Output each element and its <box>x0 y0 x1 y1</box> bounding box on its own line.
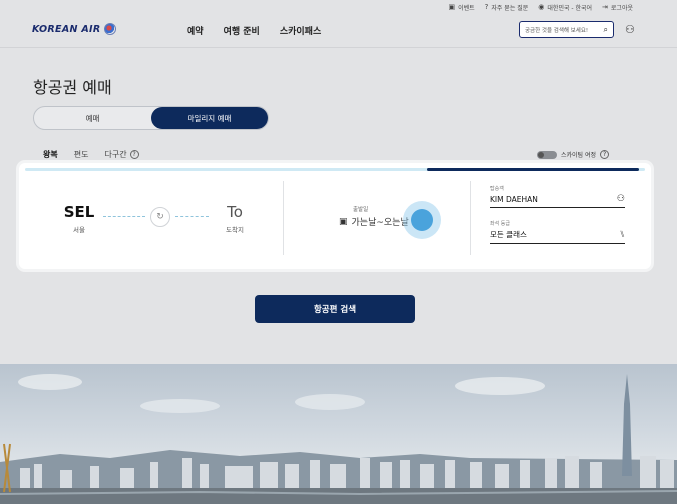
click-indicator-dot <box>411 209 433 231</box>
logo-mark-icon <box>104 23 117 35</box>
site-search-input[interactable]: 궁금한 것을 검색해 보세요! ⌕ <box>519 21 614 38</box>
calendar-icon: ▣ <box>339 216 348 227</box>
region-label: 대한민국 - 한국어 <box>547 4 593 12</box>
flight-search-card: SEL 서울 ↻ To 도착지 출발일 ▣ 가는날~오는날 탑승객 KIM DA… <box>19 163 651 269</box>
booking-type-toggle: 예매 마일리지 예매 <box>33 106 269 130</box>
tab-one-way-label: 편도 <box>73 150 89 159</box>
skyteam-trip-label: 스카이팀 여정 <box>561 152 597 159</box>
seat-class-value: 모든 클래스 <box>490 230 527 239</box>
destination-airport[interactable]: To 도착지 <box>218 203 252 234</box>
main-nav: 예약 여행 준비 스카이패스 <box>187 24 321 37</box>
calendar-icon: ▣ <box>448 2 456 11</box>
nav-item-travel-prep[interactable]: 여행 준비 <box>224 24 260 37</box>
date-value-row: ▣ 가는날~오는날 <box>339 215 409 229</box>
seat-class-field[interactable]: 좌석 등급 모든 클래스 ⑊ <box>490 220 625 244</box>
toggle-switch[interactable] <box>537 150 557 159</box>
page-title: 항공권 예매 <box>33 78 112 97</box>
divider <box>283 181 284 255</box>
date-label: 출발일 <box>353 207 369 213</box>
event-label: 이벤트 <box>458 4 475 12</box>
passenger-value-row: KIM DAEHAN ⚇ <box>490 194 625 207</box>
nav-item-skypass[interactable]: 스카이패스 <box>280 24 321 37</box>
origin-airport[interactable]: SEL 서울 <box>58 203 100 234</box>
seat-class-value-row: 모든 클래스 ⑊ <box>490 229 625 243</box>
passenger-field[interactable]: 탑승객 KIM DAEHAN ⚇ <box>490 185 625 208</box>
question-icon: ? <box>484 2 489 11</box>
passenger-value: KIM DAEHAN <box>490 194 538 204</box>
card-body: SEL 서울 ↻ To 도착지 출발일 ▣ 가는날~오는날 탑승객 KIM DA… <box>25 171 645 265</box>
seat-icon: ⑊ <box>619 229 625 240</box>
logout-link[interactable]: ⇥ 로그아웃 <box>602 3 633 12</box>
faq-label: 자주 묻는 질문 <box>491 4 529 12</box>
logo[interactable]: KOREAN AIR <box>32 23 117 35</box>
destination-name: 도착지 <box>226 226 244 234</box>
route-dash-right <box>175 216 209 217</box>
logo-text: KOREAN AIR <box>32 23 101 35</box>
user-menu-icon[interactable]: ⚇ <box>625 23 635 36</box>
skyline-graphic <box>0 374 677 504</box>
skyteam-trip-toggle[interactable]: 스카이팀 여정 ? <box>537 150 610 159</box>
region-link[interactable]: ◉ 대한민국 - 한국어 <box>538 3 592 12</box>
tab-round-trip[interactable]: 왕복 <box>43 149 58 165</box>
event-link[interactable]: ▣ 이벤트 <box>448 3 474 12</box>
logout-icon: ⇥ <box>602 2 608 11</box>
booking-type-regular[interactable]: 예매 <box>34 107 151 129</box>
flag-icon: ◉ <box>538 2 545 11</box>
utility-bar: ▣ 이벤트 ? 자주 묻는 질문 ◉ 대한민국 - 한국어 ⇥ 로그아웃 <box>448 0 677 14</box>
route-dash-left <box>103 216 145 217</box>
faq-link[interactable]: ? 자주 묻는 질문 <box>485 3 529 12</box>
tab-multi-city[interactable]: 다구간? <box>104 149 139 163</box>
tab-one-way[interactable]: 편도 <box>74 149 89 163</box>
booking-type-mileage[interactable]: 마일리지 예매 <box>151 107 268 129</box>
header: KOREAN AIR 예약 여행 준비 스카이패스 궁금한 것을 검색해 보세요… <box>0 14 677 48</box>
search-flights-button[interactable]: 항공편 검색 <box>255 295 415 323</box>
destination-code: To <box>227 203 243 221</box>
swap-icon: ↻ <box>156 212 164 222</box>
person-icon: ⚇ <box>616 194 625 204</box>
tab-multi-city-label: 다구간 <box>104 150 127 159</box>
divider <box>470 181 471 255</box>
city-skyline-image <box>0 364 677 504</box>
search-icon[interactable]: ⌕ <box>604 25 608 35</box>
seat-class-label: 좌석 등급 <box>490 221 510 227</box>
passenger-label: 탑승객 <box>490 186 504 192</box>
date-picker-field[interactable]: 출발일 ▣ 가는날~오는날 <box>339 205 409 228</box>
date-value: 가는날~오는날 <box>351 218 409 228</box>
nav-item-booking[interactable]: 예약 <box>187 24 204 37</box>
help-icon[interactable]: ? <box>600 150 610 159</box>
logout-label: 로그아웃 <box>610 4 633 12</box>
tab-round-trip-label: 왕복 <box>43 150 58 159</box>
help-icon[interactable]: ? <box>129 150 139 159</box>
trip-type-tabs: 왕복 편도 다구간? <box>43 149 139 165</box>
origin-code: SEL <box>63 203 95 221</box>
origin-name: 서울 <box>73 226 85 234</box>
site-search-placeholder: 궁금한 것을 검색해 보세요! <box>525 27 589 34</box>
swap-airports-button[interactable]: ↻ <box>150 207 170 227</box>
